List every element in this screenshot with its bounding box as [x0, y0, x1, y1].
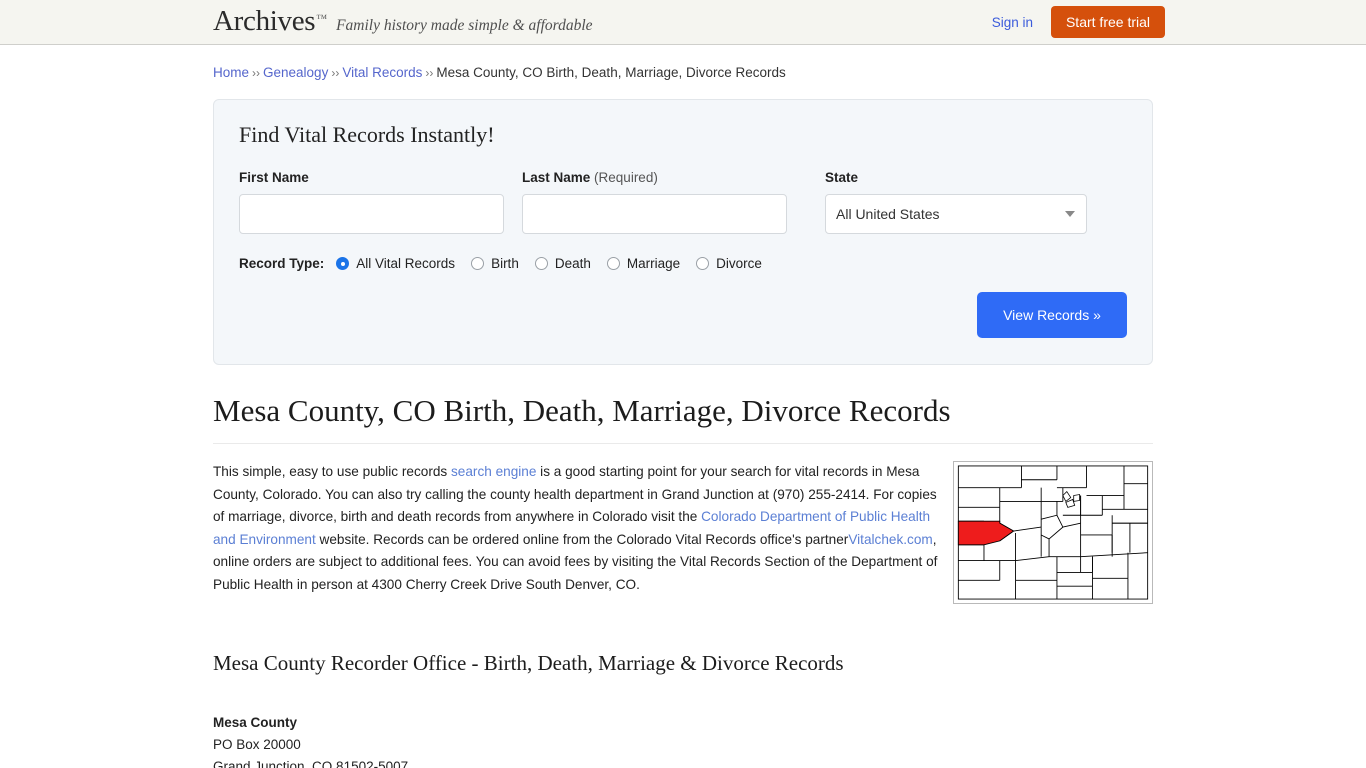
office-name: Mesa County [213, 712, 1153, 734]
radio-indicator[interactable] [607, 257, 620, 270]
last-name-required-note: (Required) [594, 170, 658, 185]
header-actions: Sign in Start free trial [992, 0, 1165, 44]
radio-divorce[interactable]: Divorce [696, 256, 762, 271]
state-field-group: State All United States [825, 170, 1087, 234]
start-free-trial-button[interactable]: Start free trial [1051, 6, 1165, 38]
radio-label: Marriage [627, 256, 680, 271]
intro-block: This simple, easy to use public records … [213, 461, 1153, 611]
breadcrumb-separator: ›› [252, 66, 260, 80]
intro-paragraph: This simple, easy to use public records … [213, 461, 943, 596]
colorado-county-map-image [953, 461, 1153, 604]
search-engine-link[interactable]: search engine [451, 464, 536, 479]
first-name-field-group: First Name [239, 170, 504, 234]
radio-label: Birth [491, 256, 519, 271]
first-name-label: First Name [239, 170, 504, 185]
radio-indicator[interactable] [471, 257, 484, 270]
brand-name: Archives [213, 5, 315, 38]
record-type-label: Record Type: [239, 256, 324, 271]
intro-text-part-3: website. Records can be ordered online f… [316, 532, 849, 547]
page-container: Home››Genealogy››Vital Records››Mesa Cou… [213, 45, 1153, 768]
radio-label: Divorce [716, 256, 762, 271]
breadcrumb-item-vital-records[interactable]: Vital Records [342, 65, 422, 80]
vital-records-search-panel: Find Vital Records Instantly! First Name… [213, 99, 1153, 365]
view-records-button[interactable]: View Records » [977, 292, 1127, 338]
radio-indicator[interactable] [696, 257, 709, 270]
office-address-line-1: PO Box 20000 [213, 734, 1153, 756]
vitalchek-link[interactable]: Vitalchek.com [848, 532, 932, 547]
breadcrumb: Home››Genealogy››Vital Records››Mesa Cou… [213, 45, 1153, 83]
last-name-label: Last Name (Required) [522, 170, 787, 185]
search-panel-title: Find Vital Records Instantly! [239, 122, 1127, 148]
last-name-label-text: Last Name [522, 170, 590, 185]
radio-birth[interactable]: Birth [471, 256, 519, 271]
record-type-row: Record Type: All Vital Records Birth Dea… [239, 256, 1127, 271]
colorado-map-svg [954, 462, 1152, 603]
site-header: Archives™ Family history made simple & a… [0, 0, 1366, 45]
breadcrumb-item-genealogy[interactable]: Genealogy [263, 65, 328, 80]
submit-row: View Records » [239, 292, 1127, 338]
last-name-input[interactable] [522, 194, 787, 234]
header-inner: Archives™ Family history made simple & a… [213, 0, 1153, 44]
radio-indicator[interactable] [336, 257, 349, 270]
recorder-office-details: Mesa County PO Box 20000 Grand Junction,… [213, 712, 1153, 768]
breadcrumb-separator: ›› [425, 66, 433, 80]
state-label: State [825, 170, 1087, 185]
sign-in-link[interactable]: Sign in [992, 15, 1033, 30]
first-name-input[interactable] [239, 194, 504, 234]
recorder-office-heading: Mesa County Recorder Office - Birth, Dea… [213, 651, 1153, 676]
radio-label: All Vital Records [356, 256, 455, 271]
radio-label: Death [555, 256, 591, 271]
breadcrumb-item-home[interactable]: Home [213, 65, 249, 80]
radio-indicator[interactable] [535, 257, 548, 270]
office-address-line-2: Grand Junction, CO 81502-5007 [213, 756, 1153, 768]
page-title: Mesa County, CO Birth, Death, Marriage, … [213, 392, 1153, 444]
radio-death[interactable]: Death [535, 256, 591, 271]
state-select[interactable]: All United States [825, 194, 1087, 234]
site-logo[interactable]: Archives™ Family history made simple & a… [213, 5, 593, 38]
breadcrumb-item-current: Mesa County, CO Birth, Death, Marriage, … [436, 65, 785, 80]
search-fields-row: First Name Last Name (Required) State Al… [239, 170, 1127, 234]
trademark-symbol: ™ [316, 13, 327, 25]
state-select-wrap: All United States [825, 194, 1087, 234]
intro-text-part-1: This simple, easy to use public records [213, 464, 451, 479]
last-name-field-group: Last Name (Required) [522, 170, 787, 234]
radio-marriage[interactable]: Marriage [607, 256, 680, 271]
breadcrumb-separator: ›› [331, 66, 339, 80]
radio-all-vital-records[interactable]: All Vital Records [336, 256, 455, 271]
brand-tagline: Family history made simple & affordable [336, 17, 592, 35]
